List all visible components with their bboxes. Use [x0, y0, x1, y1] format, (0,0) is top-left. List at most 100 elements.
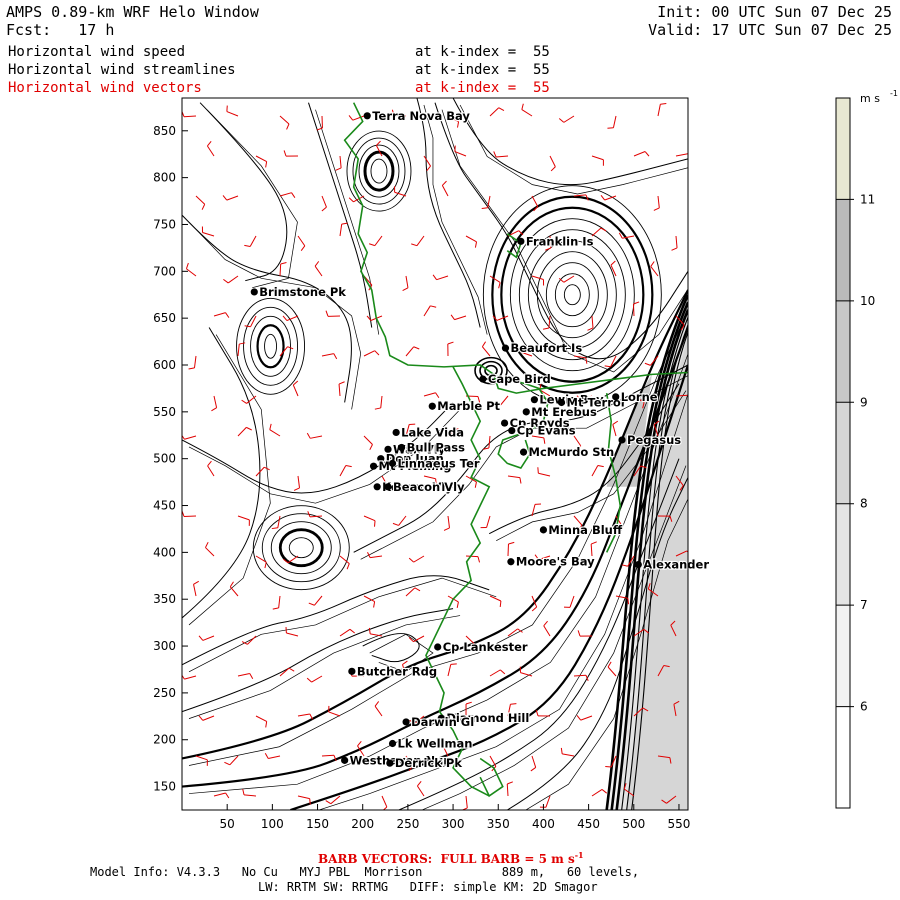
x-tick-label: 450: [577, 817, 600, 831]
place-label: Beaufort Is: [510, 341, 582, 355]
barb-feather: [510, 703, 517, 705]
place-marker-dot: [500, 419, 509, 427]
place-marker-dot: [348, 667, 356, 675]
y-tick-label: 300: [153, 639, 176, 653]
barb-shaft: [465, 555, 479, 558]
place-label: Cape Bird: [488, 372, 551, 386]
place-beaufort-is: Beaufort Is: [501, 340, 583, 356]
place-butcher-rdg: Butcher Rdg: [348, 663, 438, 679]
place-marker-dot: [612, 393, 620, 401]
barb-shaft: [279, 263, 282, 277]
place-alexander: Alexander: [634, 556, 710, 573]
barb-vectors-note: BARB VECTORS: FULL BARB = 5 m s-1: [318, 850, 584, 866]
place-label: Darwin Gl: [411, 715, 474, 729]
barb-note-exponent: -1: [574, 850, 584, 860]
place-label: Lk Wellman: [398, 736, 473, 750]
y-tick-label: 750: [153, 217, 176, 231]
colorbar-segment: [836, 605, 850, 707]
place-darwin-gl: Darwin Gl: [402, 714, 475, 730]
place-mcmurdo-stn: McMurdo Stn: [519, 444, 615, 460]
y-axis: 150 200 250 300 350 400 450 500 550 600 650 700 750 8…: [153, 124, 188, 794]
place-marker-dot: [428, 402, 436, 410]
place-beacon-vly: Beacon Vly: [384, 479, 466, 495]
barb-shaft: [632, 303, 635, 317]
colorbar-tick-label: 9: [860, 395, 868, 409]
model-info-line-1: Model Info: V4.3.3 No Cu MYJ PBL Morriso…: [90, 865, 640, 879]
barb-feather: [607, 127, 614, 129]
place-marker-dot: [618, 436, 626, 444]
place-moore-s-bay: Moore's Bay: [507, 554, 596, 570]
place-lk-wellman: Lk Wellman: [388, 735, 474, 752]
place-label: Franklin Is: [526, 234, 594, 248]
place-lake-vida: Lake Vida: [392, 424, 465, 441]
place-marker-dot: [522, 408, 530, 416]
x-tick-label: 250: [396, 817, 419, 831]
place-marble-pt: Marble Pt: [428, 398, 502, 414]
place-derrick-pk: Derrick Pk: [386, 755, 463, 771]
place-marker-dot: [519, 448, 528, 456]
place-marker-dot: [507, 558, 515, 566]
colorbar-unit-exponent: -1: [890, 89, 898, 98]
colorbar-segment: [836, 98, 850, 200]
x-tick-label: 400: [532, 817, 555, 831]
place-cp-lankester: Cp Lankester: [434, 639, 529, 655]
colorbar: 6 7 8 9 10 11 m s -1: [835, 89, 898, 809]
place-label: Moore's Bay: [516, 555, 595, 569]
barb-feather: [660, 103, 667, 105]
place-marker-dot: [634, 560, 642, 569]
colorbar-segment: [836, 402, 850, 504]
barb-feather: [605, 765, 612, 768]
colorbar-unit: m s: [860, 92, 880, 105]
y-tick-label: 450: [153, 499, 176, 513]
place-marker-dot: [388, 739, 397, 748]
x-tick-label: 50: [220, 817, 235, 831]
place-marker-dot: [397, 443, 406, 452]
place-marker-dot: [501, 344, 510, 352]
colorbar-segment: [836, 503, 850, 606]
barb-shaft: [675, 394, 688, 397]
y-tick-label: 850: [153, 124, 176, 138]
place-marker-dot: [373, 483, 381, 491]
x-tick-label: 150: [306, 817, 329, 831]
y-tick-label: 700: [153, 264, 176, 278]
place-marker-dot: [517, 237, 525, 245]
place-label: Cp Evans: [517, 424, 576, 438]
place-label: Marble Pt: [437, 399, 500, 413]
place-marker-dot: [392, 428, 400, 437]
x-tick-label: 550: [668, 817, 691, 831]
place-terra-nova-bay: Terra Nova Bay: [363, 108, 472, 124]
barb-feather: [499, 600, 502, 608]
place-pegasus: Pegasus: [618, 432, 682, 448]
y-tick-label: 550: [153, 405, 176, 419]
place-label: Beacon Vly: [393, 480, 465, 494]
colorbar-tick-label: 6: [860, 700, 868, 714]
place-label: Terra Nova Bay: [372, 109, 470, 123]
x-tick-label: 300: [442, 817, 465, 831]
y-tick-label: 200: [153, 733, 176, 747]
colorbar-segment: [836, 199, 850, 301]
y-tick-label: 400: [153, 545, 176, 559]
barb-feather: [309, 798, 311, 805]
place-franklin-is: Franklin Is: [517, 233, 595, 249]
barb-feather: [374, 520, 376, 527]
place-label: Lake Vida: [401, 425, 464, 439]
place-marker-dot: [434, 643, 442, 651]
colorbar-tick-label: 8: [860, 497, 868, 511]
colorbar-tick-label: 10: [860, 294, 875, 308]
place-label: Alexander: [643, 558, 709, 572]
place-marker-dot: [363, 112, 371, 120]
place-cape-bird: Cape Bird: [479, 371, 552, 387]
place-marker-dot: [402, 718, 410, 726]
place-marker-dot: [388, 459, 397, 467]
place-label: Brimstone Pk: [259, 285, 346, 299]
place-label: Linnaeus Ter: [398, 456, 480, 470]
place-marker-dot: [384, 483, 392, 491]
x-tick-label: 500: [622, 817, 645, 831]
colorbar-segment: [836, 300, 850, 403]
place-marker-dot: [341, 756, 349, 764]
place-linnaeus-ter: Linnaeus Ter: [388, 455, 481, 471]
y-tick-label: 650: [153, 311, 176, 325]
place-label: Butcher Rdg: [357, 664, 437, 678]
place-label: Minna Bluff: [548, 523, 622, 537]
y-tick-label: 600: [153, 358, 176, 372]
